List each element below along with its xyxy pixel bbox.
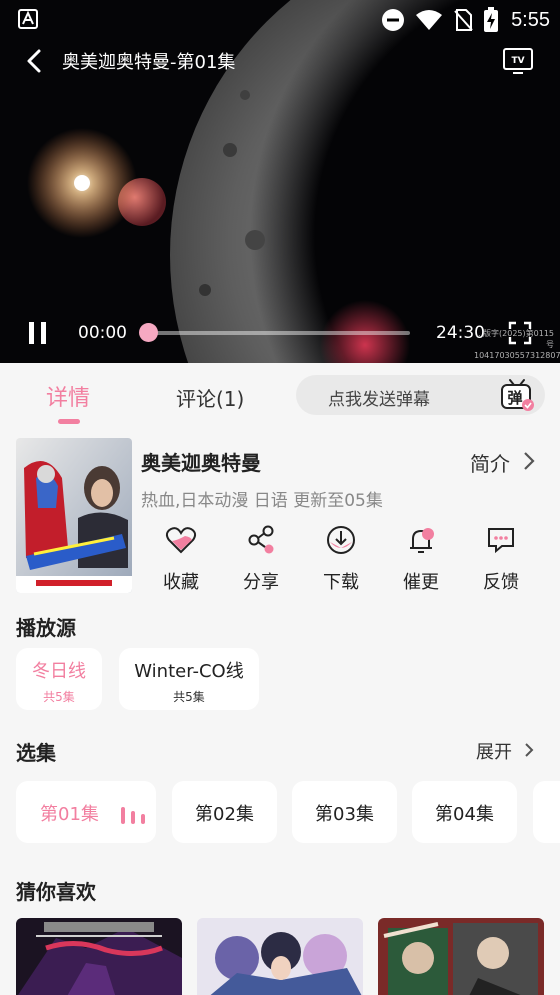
no-sim-icon <box>454 9 473 31</box>
playing-equalizer-icon <box>121 807 145 824</box>
remind-update-button[interactable]: 催更 <box>381 520 461 595</box>
download-button[interactable]: 下载 <box>301 520 381 595</box>
feedback-icon <box>488 528 514 554</box>
svg-text:TV: TV <box>511 56 524 66</box>
wifi-icon <box>416 10 443 30</box>
source-card-active[interactable]: 冬日线 共5集 <box>16 648 102 710</box>
progress-bar[interactable] <box>148 331 410 335</box>
download-icon <box>327 526 355 554</box>
share-button[interactable]: 分享 <box>221 520 301 595</box>
episode-card[interactable]: 第02集 <box>172 781 277 843</box>
do-not-disturb-icon <box>382 9 405 31</box>
action-bar: 收藏 分享 下载 催更 反馈 <box>141 520 560 595</box>
status-time: 5:55 <box>511 8 550 31</box>
app-notification-icon <box>18 9 38 29</box>
episode-card[interactable]: 第03集 <box>292 781 397 843</box>
danmaku-toggle-icon[interactable]: 弹 <box>499 377 535 413</box>
battery-charging-icon <box>484 7 499 32</box>
sources-heading: 播放源 <box>16 616 76 640</box>
svg-text:弹: 弹 <box>507 389 522 407</box>
active-tab-indicator <box>58 419 80 424</box>
danmaku-input[interactable]: 点我发送弹幕 弹 <box>296 375 545 415</box>
video-player[interactable]: 5:55 奥美迦奥特曼-第01集 TV 00:00 24:30 ...版字(20… <box>0 0 560 363</box>
recommend-thumbnail[interactable] <box>378 918 544 995</box>
recommend-thumbnail[interactable] <box>197 918 363 995</box>
recommend-heading: 猜你喜欢 <box>16 880 96 904</box>
video-title: 奥美迦奥特曼-第01集 <box>62 52 236 73</box>
tab-comments[interactable]: 评论(1) <box>176 383 244 412</box>
recommend-thumbnail[interactable] <box>16 918 182 995</box>
back-arrow-icon[interactable] <box>22 48 48 74</box>
danmaku-placeholder: 点我发送弹幕 <box>328 390 430 410</box>
heart-icon <box>165 527 197 554</box>
pause-icon[interactable] <box>26 320 50 346</box>
episode-card[interactable]: 第04集 <box>412 781 517 843</box>
chevron-right-icon[interactable] <box>523 741 535 759</box>
episode-card-active[interactable]: 第01集 <box>16 781 156 843</box>
share-icon <box>248 525 274 554</box>
episode-card-partial[interactable] <box>533 781 560 843</box>
episodes-heading: 选集 <box>16 741 56 765</box>
cast-tv-icon[interactable]: TV <box>502 46 534 76</box>
source-card[interactable]: Winter-CO线 共5集 <box>119 648 259 710</box>
expand-link[interactable]: 展开 <box>476 738 512 764</box>
bell-icon <box>410 528 434 553</box>
anime-title: 奥美迦奥特曼 <box>141 451 261 475</box>
progress-handle[interactable] <box>139 323 158 342</box>
tabs-row: 详情 评论(1) 点我发送弹幕 弹 <box>0 363 560 425</box>
feedback-button[interactable]: 反馈 <box>461 520 541 595</box>
chevron-right-icon[interactable] <box>521 450 537 472</box>
favorite-button[interactable]: 收藏 <box>141 520 221 595</box>
current-time: 00:00 <box>78 323 127 343</box>
anime-meta: 热血,日本动漫 日语 更新至05集 <box>141 491 383 511</box>
anime-poster-image <box>16 438 132 593</box>
intro-link[interactable]: 简介 <box>470 448 510 477</box>
status-bar: 5:55 <box>0 0 560 40</box>
player-title-bar: 奥美迦奥特曼-第01集 TV <box>0 42 560 80</box>
license-watermark: ...版字(2025)第0115号 10417030557312807 <box>474 329 560 360</box>
tab-detail[interactable]: 详情 <box>46 380 90 412</box>
